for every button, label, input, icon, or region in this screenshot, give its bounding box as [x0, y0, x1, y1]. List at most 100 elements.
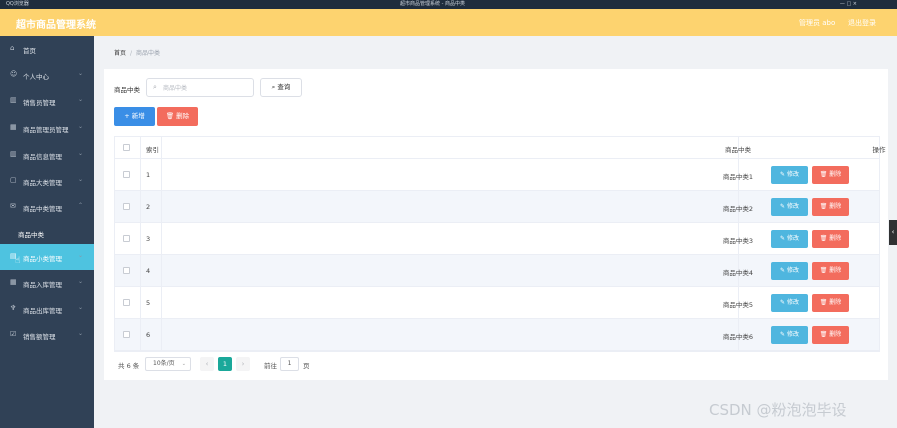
- sidebar-item-label: 销售员管理: [23, 99, 56, 107]
- edit-icon: ✎: [780, 331, 787, 338]
- grid-icon: ▦: [10, 278, 17, 286]
- row-checkbox[interactable]: [123, 331, 130, 338]
- collapse-side-tab[interactable]: ‹: [889, 220, 897, 245]
- row-checkbox[interactable]: [123, 299, 130, 306]
- chevron-down-icon: ⌄: [78, 176, 84, 183]
- chevron-down-icon: ⌄: [78, 252, 84, 259]
- edit-button[interactable]: ✎ 修改: [771, 294, 808, 312]
- breadcrumb-current: 商品中类: [136, 50, 161, 57]
- sidebar-item-stock-out[interactable]: ♆ 商品出库管理 ⌄: [0, 296, 94, 322]
- sidebar-subitem-mid-category[interactable]: 商品中类: [0, 220, 94, 246]
- table-row: 4 商品中类4 ✎ 修改 🗑 删除: [115, 255, 879, 287]
- trophy-icon: ♆: [10, 304, 17, 312]
- delete-button-label: 删除: [829, 267, 842, 274]
- sidebar-item-profile[interactable]: ☺ 个人中心 ⌄: [0, 62, 94, 88]
- page-number-current[interactable]: 1: [218, 357, 232, 371]
- prev-page-button[interactable]: ‹: [200, 357, 214, 371]
- edit-icon: ✎: [780, 235, 787, 242]
- chevron-down-icon: ⌄: [78, 123, 84, 130]
- trash-icon: 🗑: [819, 203, 830, 210]
- goto-label: 前往: [264, 362, 277, 370]
- sidebar-item-label: 商品中类: [18, 231, 44, 239]
- trash-icon: 🗑: [819, 267, 830, 274]
- table-header-row: 索引 商品中类 操作: [115, 137, 886, 159]
- row-delete-button[interactable]: 🗑 删除: [812, 326, 849, 344]
- sidebar-item-label: 销售额管理: [23, 333, 56, 341]
- edit-icon: ✎: [780, 267, 787, 274]
- user-icon: ☺: [10, 70, 18, 78]
- sidebar-item-sales[interactable]: ☑ 销售额管理 ⌄: [0, 322, 94, 348]
- delete-button-label: 删除: [176, 112, 190, 120]
- search-input[interactable]: [163, 83, 249, 93]
- browser-window-controls[interactable]: — □ ×: [840, 0, 857, 9]
- trash-icon: 🗑: [819, 171, 830, 178]
- sidebar-item-label: 商品小类管理: [23, 255, 62, 263]
- sidebar-item-major-category[interactable]: ▢ 商品大类管理 ⌄: [0, 168, 94, 194]
- hand-cursor-icon: ☝: [15, 256, 21, 266]
- browser-window-title: 超市商品管理系统 - 商品中类: [400, 1, 465, 7]
- page-size-select[interactable]: 10条/页 ⌄: [145, 357, 191, 371]
- sidebar-item-goods-admin[interactable]: ▦ 商品管理员管理 ⌄: [0, 115, 94, 141]
- pagination-total: 共 6 条: [118, 362, 140, 370]
- sidebar-item-label: 个人中心: [23, 73, 49, 81]
- sidebar-item-goods-info[interactable]: ▥ 商品信息管理 ⌄: [0, 142, 94, 168]
- table-row: 6 商品中类6 ✎ 修改 🗑 删除: [115, 319, 879, 351]
- mail-icon: ✉: [10, 202, 16, 210]
- edit-button-label: 修改: [786, 299, 799, 306]
- sidebar-item-mid-category[interactable]: ✉ 商品中类管理 ⌃: [0, 194, 94, 220]
- row-delete-button[interactable]: 🗑 删除: [812, 230, 849, 248]
- delete-button-label: 删除: [829, 203, 842, 210]
- search-box[interactable]: ⌕: [146, 78, 254, 97]
- column-header-ops: 操作: [872, 146, 886, 154]
- next-page-button[interactable]: ›: [236, 357, 250, 371]
- edit-button[interactable]: ✎ 修改: [771, 198, 808, 216]
- row-checkbox[interactable]: [123, 235, 130, 242]
- sidebar-item-salesperson[interactable]: ▥ 销售员管理 ⌄: [0, 88, 94, 114]
- edit-button-label: 修改: [786, 203, 799, 210]
- select-all-checkbox[interactable]: [123, 144, 130, 151]
- box-icon: ▢: [10, 176, 17, 184]
- logout-link[interactable]: 退出登录: [848, 18, 876, 28]
- row-delete-button[interactable]: 🗑 删除: [812, 198, 849, 216]
- plus-icon: +: [124, 112, 132, 120]
- search-label: 商品中类: [114, 86, 140, 94]
- page-unit-label: 页: [303, 362, 310, 370]
- check-icon: ☑: [10, 330, 17, 338]
- delete-button[interactable]: 🗑 删除: [157, 107, 198, 126]
- edit-button[interactable]: ✎ 修改: [771, 230, 808, 248]
- sidebar-item-label: 商品信息管理: [23, 153, 62, 161]
- edit-button-label: 修改: [786, 171, 799, 178]
- edit-icon: ✎: [780, 171, 787, 178]
- chevron-left-icon: ‹: [891, 228, 895, 236]
- delete-button-label: 删除: [829, 235, 842, 242]
- delete-button-label: 删除: [829, 299, 842, 306]
- bars-icon: ▥: [10, 150, 17, 158]
- add-button[interactable]: + 新增: [114, 107, 155, 126]
- sidebar-item-label: 商品管理员管理: [23, 126, 69, 134]
- edit-button[interactable]: ✎ 修改: [771, 262, 808, 280]
- table-row: 3 商品中类3 ✎ 修改 🗑 删除: [115, 223, 879, 255]
- row-delete-button[interactable]: 🗑 删除: [812, 166, 849, 184]
- sidebar-item-stock-in[interactable]: ▦ 商品入库管理 ⌄: [0, 270, 94, 296]
- row-checkbox[interactable]: [123, 203, 130, 210]
- sidebar-item-label: 商品出库管理: [23, 307, 62, 315]
- query-button[interactable]: ⌕ 查询: [260, 78, 302, 97]
- delete-button-label: 删除: [829, 171, 842, 178]
- goto-page-input[interactable]: 1: [280, 357, 299, 371]
- edit-button[interactable]: ✎ 修改: [771, 166, 808, 184]
- row-checkbox[interactable]: [123, 171, 130, 178]
- row-checkbox[interactable]: [123, 267, 130, 274]
- home-icon: ⌂: [10, 44, 15, 52]
- edit-button[interactable]: ✎ 修改: [771, 326, 808, 344]
- trash-icon: 🗑: [819, 299, 830, 306]
- chevron-down-icon: ⌄: [78, 278, 84, 285]
- watermark: CSDN @粉泡泡毕设: [709, 401, 847, 419]
- breadcrumb-home[interactable]: 首页: [114, 50, 126, 57]
- trash-icon: 🗑: [165, 112, 177, 120]
- add-button-label: 新增: [131, 112, 145, 120]
- sidebar-item-label: 商品大类管理: [23, 179, 62, 187]
- row-delete-button[interactable]: 🗑 删除: [812, 262, 849, 280]
- sidebar-item-home[interactable]: ⌂ 首页: [0, 36, 94, 62]
- row-delete-button[interactable]: 🗑 删除: [812, 294, 849, 312]
- query-button-label: 查询: [277, 83, 291, 91]
